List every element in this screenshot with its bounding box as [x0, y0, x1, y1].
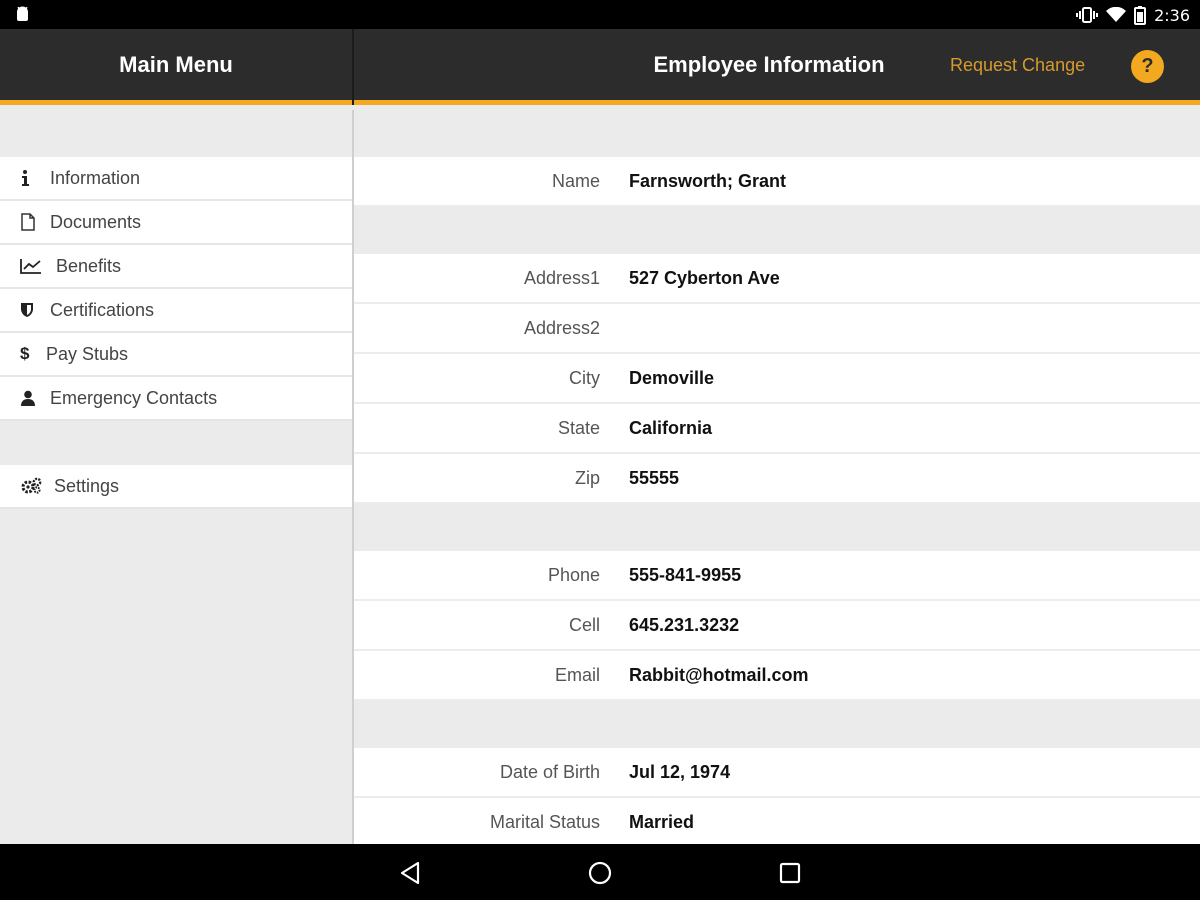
app: Main Menu Employee Information Request C…: [0, 29, 1200, 844]
field-value: California: [629, 418, 713, 438]
field-value: 527 Cyberton Ave: [629, 268, 780, 288]
sidebar-item-label: Information: [50, 167, 141, 188]
status-icons: 2:36: [1076, 4, 1190, 26]
navigation-bar: [0, 844, 1200, 900]
info-row: State California: [354, 404, 1200, 454]
gears-icon: [20, 477, 46, 495]
sidebar-item-label: Benefits: [56, 255, 122, 276]
recents-icon[interactable]: [775, 858, 805, 888]
person-icon: [20, 389, 42, 407]
field-value: 55555: [629, 468, 680, 488]
wifi-icon: [1106, 7, 1127, 22]
field-value: Married: [629, 812, 695, 832]
sidebar-item-label: Emergency Contacts: [50, 387, 218, 408]
info-row: Email Rabbit@hotmail.com: [354, 651, 1200, 701]
field-value: 555-841-9955: [629, 565, 742, 585]
sidebar-item-label: Pay Stubs: [46, 343, 129, 364]
info-row: Address2: [354, 304, 1200, 354]
home-icon[interactable]: [585, 858, 615, 888]
field-value: Jul 12, 1974: [629, 762, 731, 782]
employee-info-panel: Name Farnsworth; Grant Address1 527 Cyberto…: [354, 110, 1200, 844]
info-icon: [20, 169, 42, 187]
sidebar-item-settings[interactable]: Settings: [0, 465, 352, 509]
field-label: Cell: [568, 615, 600, 635]
field-label: City: [569, 368, 600, 388]
info-row: Address1 527 Cyberton Ave: [354, 254, 1200, 304]
info-row: Name Farnsworth; Grant: [354, 157, 1200, 207]
sidebar-item-information[interactable]: Information: [0, 157, 352, 201]
header-divider: [352, 29, 354, 105]
document-icon: [20, 213, 42, 231]
battery-icon: [1134, 5, 1147, 25]
field-value: Farnsworth; Grant: [629, 171, 787, 191]
sidebar: Information Documents Benefits Certifica…: [0, 110, 352, 844]
field-label: Date of Birth: [499, 762, 600, 782]
field-label: Marital Status: [489, 812, 600, 832]
field-label: Address1: [523, 268, 600, 288]
sidebar-item-pay-stubs[interactable]: $ Pay Stubs: [0, 333, 352, 377]
info-row: Marital Status Married: [354, 798, 1200, 844]
back-icon[interactable]: [396, 858, 426, 888]
clock: 2:36: [1154, 5, 1190, 25]
chart-line-icon: [20, 257, 48, 275]
field-value: Rabbit@hotmail.com: [629, 665, 809, 685]
info-row: City Demoville: [354, 354, 1200, 404]
menu-title: Main Menu: [119, 52, 233, 77]
info-row: Zip 55555: [354, 454, 1200, 504]
field-label: Zip: [574, 468, 600, 488]
field-value: 645.231.3232: [629, 615, 740, 635]
sidebar-item-documents[interactable]: Documents: [0, 201, 352, 245]
page-title: Employee Information: [653, 52, 885, 77]
android-icon: [17, 6, 28, 21]
field-label: State: [557, 418, 600, 438]
shield-icon: [20, 301, 42, 319]
sidebar-item-label: Settings: [54, 475, 120, 496]
field-label: Name: [551, 171, 600, 191]
field-label: Address2: [523, 318, 600, 338]
request-change-link[interactable]: Request Change: [950, 55, 1085, 76]
field-label: Phone: [547, 565, 600, 585]
sidebar-item-benefits[interactable]: Benefits: [0, 245, 352, 289]
top-bar: Main Menu Employee Information Request C…: [0, 29, 1200, 105]
field-label: Email: [554, 665, 600, 685]
vibrate-icon: [1076, 7, 1099, 23]
info-row: Cell 645.231.3232: [354, 601, 1200, 651]
sidebar-item-label: Documents: [50, 211, 142, 232]
sidebar-item-emergency-contacts[interactable]: Emergency Contacts: [0, 377, 352, 421]
dollar-icon: $: [20, 344, 30, 363]
info-row: Phone 555-841-9955: [354, 551, 1200, 601]
field-value: Demoville: [629, 368, 715, 388]
sidebar-item-certifications[interactable]: Certifications: [0, 289, 352, 333]
status-bar: 2:36: [0, 0, 1200, 29]
help-button[interactable]: ?: [1131, 50, 1164, 83]
info-row: Date of Birth Jul 12, 1974: [354, 748, 1200, 798]
sidebar-item-label: Certifications: [50, 299, 155, 320]
